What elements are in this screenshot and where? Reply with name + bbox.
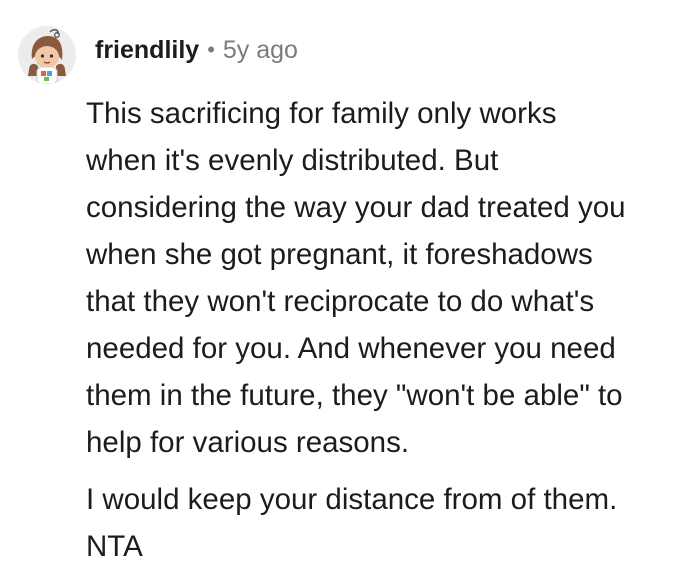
username-link[interactable]: friendlily [95, 35, 199, 65]
avatar[interactable] [18, 26, 76, 84]
snoo-avatar-icon [18, 26, 76, 84]
separator-dot: • [207, 37, 215, 62]
comment-paragraph: This sacrificing for family only works w… [86, 97, 626, 459]
comment-paragraph: I would keep your distance from of them.… [86, 483, 618, 563]
comment-header: friendlily • 5y ago [18, 24, 298, 86]
comment-meta: friendlily • 5y ago [95, 35, 298, 65]
comment-body: This sacrificing for family only works w… [86, 90, 692, 570]
timestamp: 5y ago [222, 36, 298, 64]
comment: friendlily • 5y ago This sacrificing for… [0, 0, 700, 588]
